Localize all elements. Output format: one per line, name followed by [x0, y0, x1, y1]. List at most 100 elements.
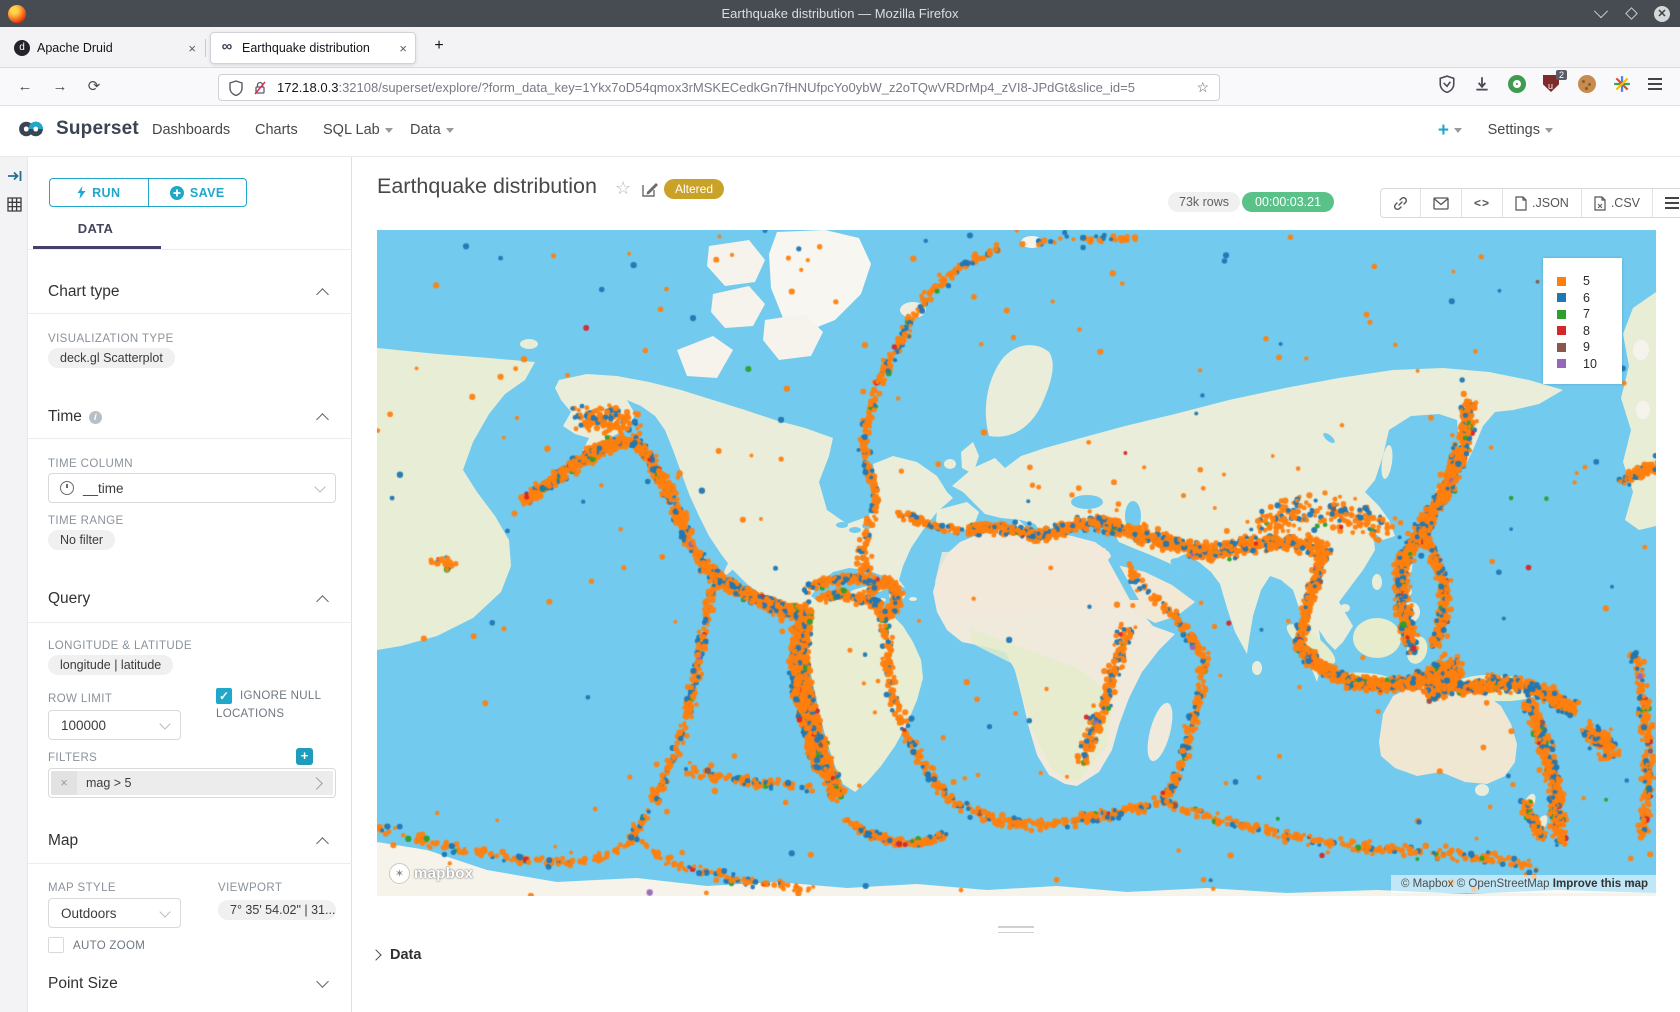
legend-item[interactable]: 8	[1557, 323, 1622, 340]
attribution-mapbox[interactable]: © Mapbox	[1401, 878, 1457, 890]
superset-infinity-icon	[12, 116, 50, 142]
chevron-down-icon[interactable]	[316, 975, 329, 988]
tab-close-icon[interactable]: ×	[188, 41, 196, 56]
legend-item[interactable]: 6	[1557, 290, 1622, 307]
chevron-right-icon	[370, 949, 381, 960]
section-query[interactable]: Query	[48, 590, 90, 608]
export-json-button[interactable]: .JSON	[1502, 189, 1581, 217]
dataset-grid-icon[interactable]	[7, 197, 22, 212]
maximize-button[interactable]	[1624, 7, 1638, 21]
superset-logo[interactable]: Superset	[12, 116, 139, 142]
chevron-up-icon[interactable]	[316, 288, 329, 301]
viewport-value[interactable]: 7° 35' 54.02" | 31...	[218, 900, 336, 920]
caret-down-icon	[1454, 128, 1462, 133]
legend-item[interactable]: 7	[1557, 306, 1622, 323]
legend-swatch	[1557, 326, 1566, 335]
favorite-star-icon[interactable]: ☆	[615, 178, 631, 199]
save-button[interactable]: SAVE	[148, 179, 247, 206]
embed-code-button[interactable]: <>	[1461, 189, 1502, 217]
insecure-lock-icon[interactable]	[253, 80, 267, 96]
copy-link-button[interactable]	[1381, 189, 1420, 217]
extension-green-icon[interactable]	[1508, 75, 1526, 93]
expand-datasource-icon[interactable]	[7, 169, 23, 183]
add-new-button[interactable]: +	[1438, 120, 1462, 142]
legend-item[interactable]: 9	[1557, 339, 1622, 356]
legend-label: 5	[1583, 274, 1590, 288]
row-limit-select[interactable]: 100000	[48, 710, 181, 740]
email-button[interactable]	[1420, 189, 1461, 217]
time-range-value[interactable]: No filter	[48, 530, 115, 550]
url-text[interactable]: 172.18.0.3:32108/superset/explore/?form_…	[277, 80, 1186, 95]
remove-filter-icon[interactable]: ×	[51, 771, 77, 795]
legend-swatch	[1557, 359, 1566, 368]
chart-menu-button[interactable]	[1652, 189, 1680, 217]
deckgl-scatterplot-map[interactable]: 5 678910 ✶ mapbox © Mapbox © OpenStreetMa…	[377, 230, 1656, 896]
mapbox-circle-icon: ✶	[389, 863, 410, 884]
panel-resize-handle[interactable]	[998, 926, 1034, 937]
chevron-up-icon[interactable]	[316, 837, 329, 850]
legend-item[interactable]: 10	[1557, 356, 1622, 373]
cookie-extension-icon[interactable]	[1578, 75, 1596, 93]
lonlat-value[interactable]: longitude | latitude	[48, 655, 173, 675]
mapbox-logo[interactable]: ✶ mapbox	[389, 863, 473, 884]
forward-button[interactable]: →	[49, 76, 71, 98]
tab-earthquake-distribution[interactable]: ∞ Earthquake distribution ×	[210, 32, 416, 64]
query-duration-badge: 00:00:03.21	[1242, 192, 1334, 212]
altered-badge[interactable]: Altered	[664, 179, 724, 199]
nav-sql-lab[interactable]: SQL Lab	[323, 122, 393, 138]
minimize-button[interactable]	[1594, 7, 1608, 21]
tab-close-icon[interactable]: ×	[399, 41, 407, 56]
ignore-null-label: IGNORE NULL	[240, 688, 321, 704]
time-column-select[interactable]: __time	[48, 473, 336, 503]
run-button[interactable]: RUN	[50, 179, 148, 206]
filter-chip[interactable]: × mag > 5	[51, 771, 333, 795]
map-style-select[interactable]: Outdoors	[48, 898, 181, 928]
chevron-down-icon	[314, 481, 325, 492]
section-map[interactable]: Map	[48, 832, 78, 850]
caret-down-icon	[446, 128, 454, 133]
section-time[interactable]: Timei	[48, 408, 102, 426]
section-point-size[interactable]: Point Size	[48, 975, 118, 993]
chart-title: Earthquake distribution	[377, 174, 597, 199]
explore-control-panel: RUN SAVE DATA Chart type VISUALIZATION T…	[28, 157, 352, 1012]
add-filter-button[interactable]: +	[296, 748, 313, 765]
reload-button[interactable]: ⟳	[83, 76, 105, 98]
viz-type-value[interactable]: deck.gl Scatterplot	[48, 348, 175, 368]
ignore-null-checkbox[interactable]: ✓	[216, 688, 232, 704]
settings-menu[interactable]: Settings	[1488, 122, 1553, 138]
auto-zoom-checkbox[interactable]	[48, 937, 64, 953]
close-button[interactable]: ✕	[1654, 6, 1670, 22]
back-button[interactable]: ←	[14, 76, 36, 98]
chevron-up-icon[interactable]	[316, 595, 329, 608]
url-bar[interactable]: 172.18.0.3:32108/superset/explore/?form_…	[218, 74, 1220, 101]
filter-container: × mag > 5	[48, 768, 336, 798]
ublock-icon[interactable]: u2	[1543, 75, 1561, 93]
tab-apache-druid[interactable]: d Apache Druid ×	[6, 32, 204, 64]
legend-item[interactable]: 5	[1557, 273, 1622, 290]
attribution-osm[interactable]: © OpenStreetMap	[1457, 878, 1553, 890]
legend-label: 6	[1583, 291, 1590, 305]
nav-charts[interactable]: Charts	[255, 122, 298, 138]
window-title: Earthquake distribution — Mozilla Firefo…	[0, 6, 1680, 21]
edit-title-icon[interactable]	[642, 181, 658, 197]
improve-map-link[interactable]: Improve this map	[1553, 878, 1648, 890]
tab-data[interactable]: DATA	[68, 221, 123, 236]
section-chart-type[interactable]: Chart type	[48, 283, 120, 301]
nav-data[interactable]: Data	[410, 122, 454, 138]
nav-dashboards[interactable]: Dashboards	[152, 122, 230, 138]
tracking-shield-icon[interactable]	[229, 80, 243, 96]
legend-swatch	[1557, 293, 1566, 302]
envelope-icon	[1433, 197, 1449, 210]
bookmark-star-icon[interactable]: ☆	[1196, 79, 1209, 96]
map-style-label: MAP STYLE	[48, 882, 116, 894]
new-tab-button[interactable]: +	[428, 37, 450, 55]
downloads-icon[interactable]	[1473, 75, 1491, 93]
menu-hamburger-icon[interactable]	[1648, 75, 1666, 93]
chevron-up-icon[interactable]	[316, 413, 329, 426]
data-section-toggle[interactable]: Data	[372, 947, 421, 963]
file-icon	[1515, 196, 1527, 211]
pocket-shield-icon[interactable]	[1438, 75, 1456, 93]
collapse-strip	[0, 157, 28, 1012]
export-csv-button[interactable]: .CSV	[1581, 189, 1652, 217]
multicolor-extension-icon[interactable]	[1613, 75, 1631, 93]
